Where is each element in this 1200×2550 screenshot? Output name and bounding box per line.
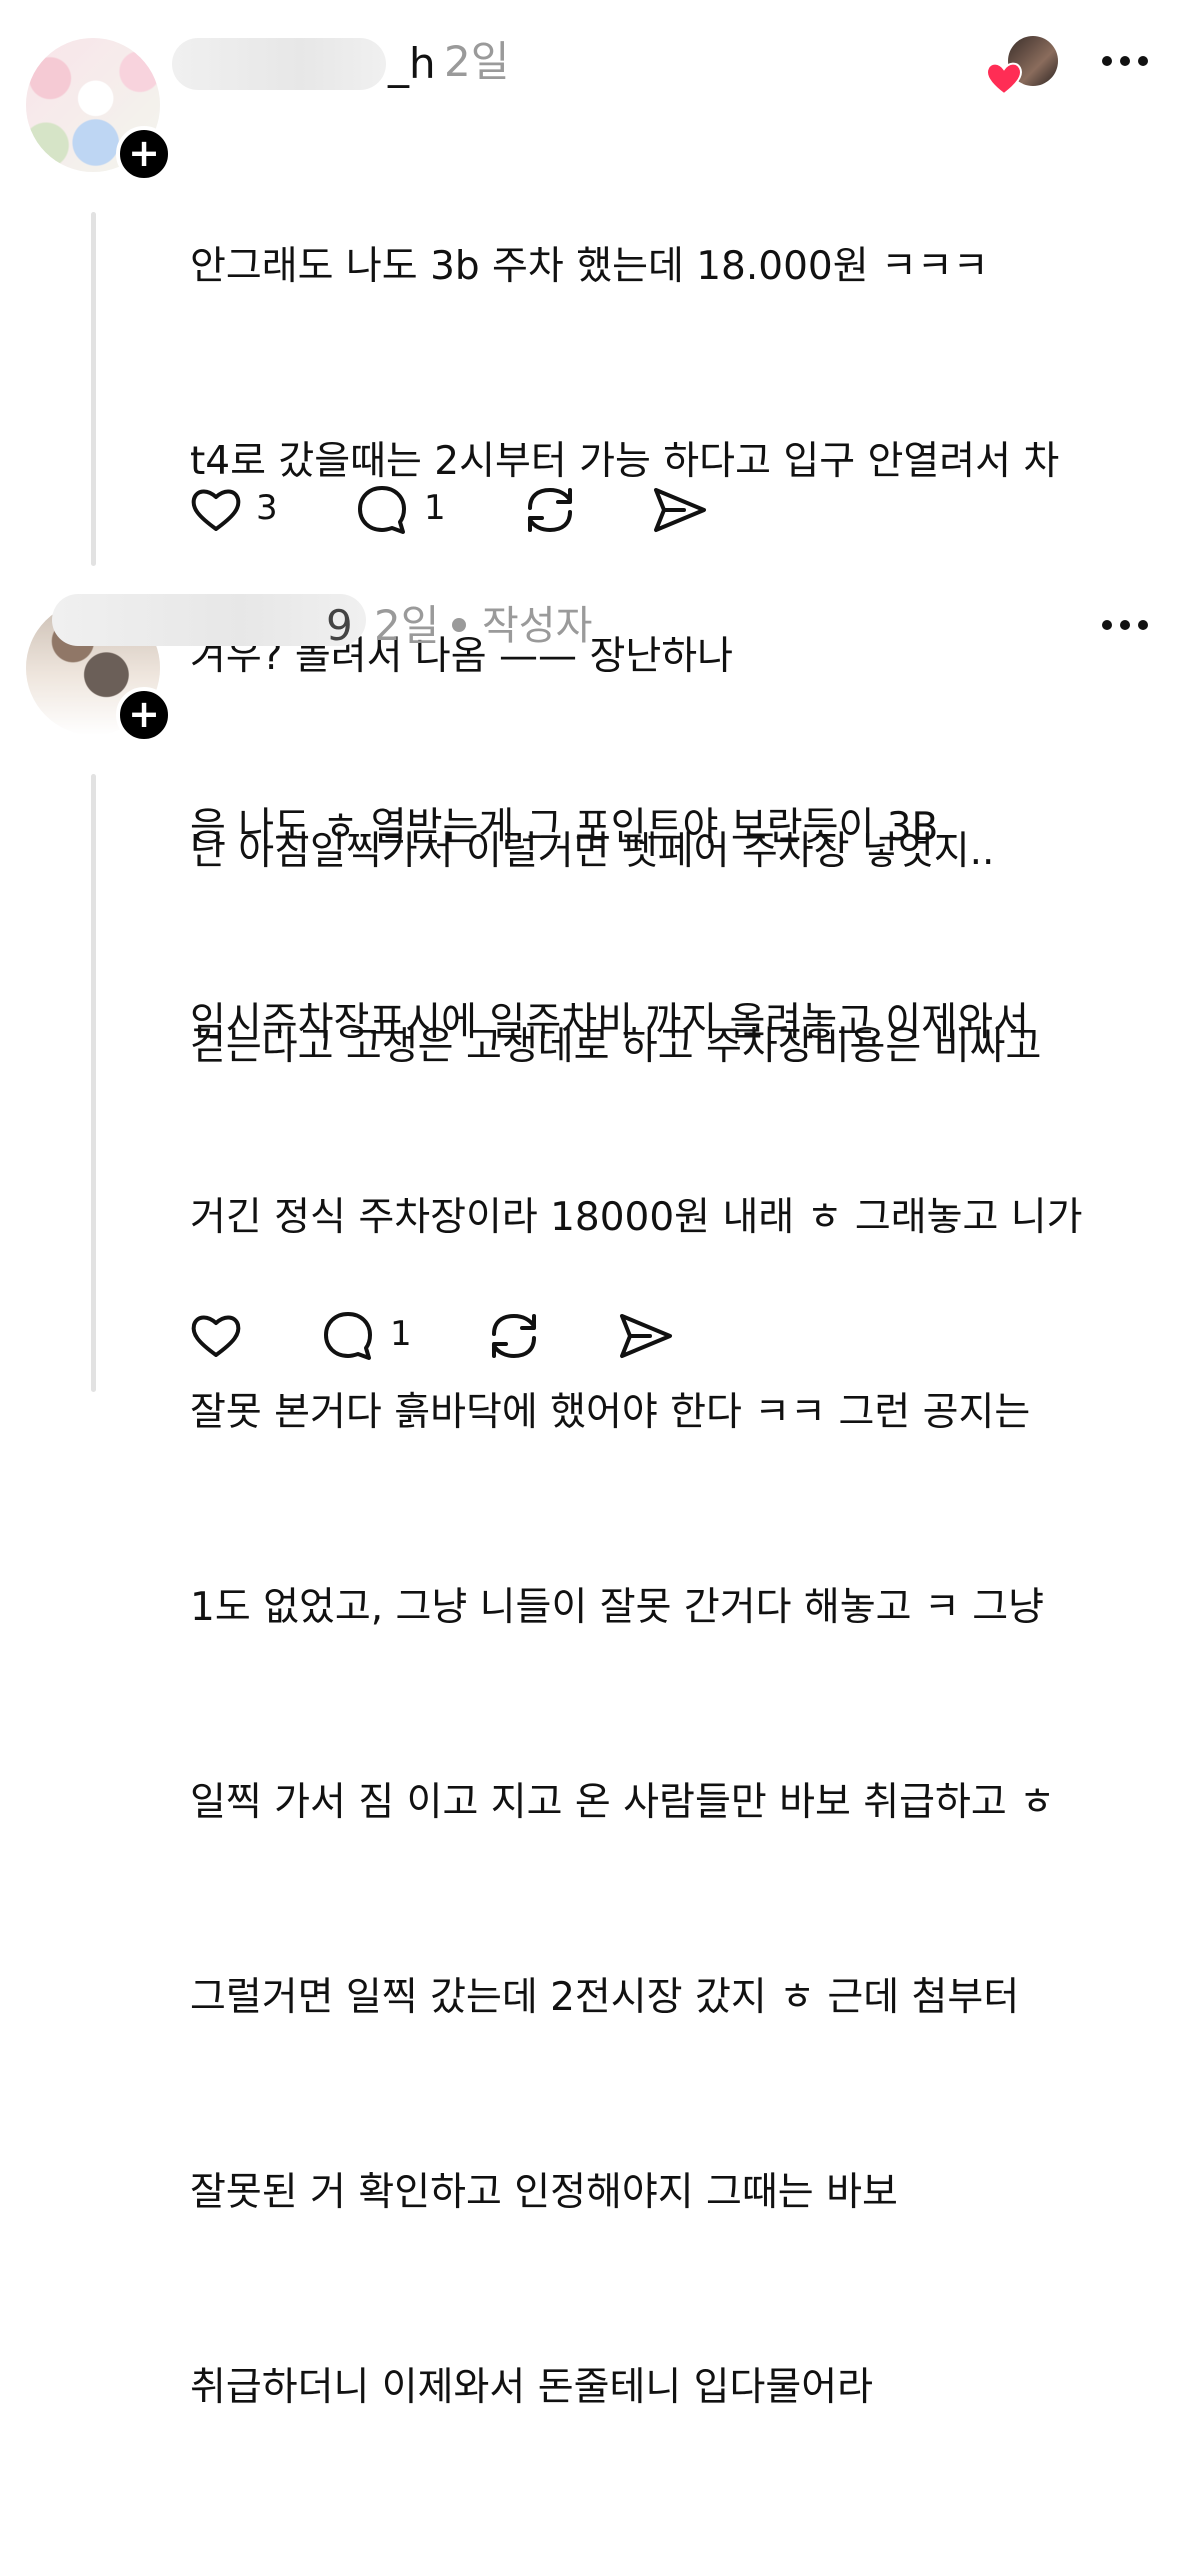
comment-icon xyxy=(358,486,406,534)
repost-button[interactable] xyxy=(520,482,580,538)
share-icon xyxy=(654,488,706,532)
thread-line xyxy=(91,774,96,1392)
reply-count: 1 xyxy=(424,488,446,528)
follow-plus-button[interactable]: + xyxy=(116,126,172,182)
username-redaction xyxy=(172,38,386,90)
comment-line: 1도 없었고, 그냥 니들이 잘못 간거다 해놓고 ㅋ 그냥 xyxy=(190,1585,1044,1630)
comment-line: 응 나도 ㅎ 열받는게 그 포인트야 보란듯이 3B xyxy=(190,805,939,850)
heart-icon xyxy=(191,1315,241,1357)
more-options-button[interactable] xyxy=(1102,620,1148,632)
like-button[interactable]: 3 xyxy=(188,482,288,538)
comment-line: 취급하더니 이제와서 돈줄테니 입다물어라 xyxy=(190,2365,874,2410)
follow-plus-button[interactable]: + xyxy=(116,687,172,743)
comment-line: 잘못된 거 확인하고 인정해야지 그때는 바보 xyxy=(190,2170,898,2215)
separator-dot xyxy=(452,618,466,632)
comment-body: 응 나도 ㅎ 열받는게 그 포인트야 보란듯이 3B 임시주차장표시에 일주차비… xyxy=(190,665,1170,2550)
timestamp: 2일 xyxy=(444,37,510,86)
author-badge: 작성자 xyxy=(482,603,593,649)
share-button[interactable] xyxy=(650,482,710,538)
comment-line: 임시주차장표시에 일주차비 까지 올려놓고 이제와서 xyxy=(190,1000,1029,1045)
reply-count: 1 xyxy=(390,1314,412,1354)
more-options-button[interactable] xyxy=(1102,56,1148,68)
repost-icon xyxy=(492,1313,536,1359)
like-count: 3 xyxy=(256,488,278,528)
thread-line xyxy=(91,212,96,566)
comment-line: 그럴거면 일찍 갔는데 2전시장 갔지 ㅎ 근데 첨부터 xyxy=(190,1975,1020,2020)
repost-icon xyxy=(528,487,572,533)
like-button[interactable] xyxy=(188,1308,248,1364)
username-redaction xyxy=(52,594,366,646)
comment-line: 거긴 정식 주차장이라 18000원 내래 ㅎ 그래놓고 니가 xyxy=(190,1195,1083,1240)
heart-icon xyxy=(191,489,241,531)
comment-line: 안그래도 나도 3b 주차 했는데 18.000원 ㅋㅋㅋ xyxy=(190,244,989,289)
comment-line: 잘못 본거다 흙바닥에 했어야 한다 ㅋㅋ 그런 공지는 xyxy=(190,1390,1031,1435)
username[interactable]: _h xyxy=(388,38,436,90)
comment-button[interactable]: 1 xyxy=(354,482,454,538)
repost-button[interactable] xyxy=(484,1308,544,1364)
comment-line: 일찍 가서 짐 이고 지고 온 사람들만 바보 취급하고 ㅎ xyxy=(190,1780,1056,1825)
share-button[interactable] xyxy=(616,1308,676,1364)
comment-post: + _h 2일 안그래도 나도 3b 주차 했는데 18.000원 ㅋㅋㅋ t4… xyxy=(0,0,1200,1069)
plus-icon: + xyxy=(128,131,160,175)
username[interactable]: 9 xyxy=(326,600,353,652)
heart-badge-icon xyxy=(985,62,1023,96)
timestamp: 2일 xyxy=(374,601,440,650)
plus-icon: + xyxy=(128,692,160,736)
comment-post: + 9 2일 작성자 응 나도 ㅎ 열받는게 그 포인트야 보란듯이 3B 임시… xyxy=(0,578,1200,2410)
comment-icon xyxy=(324,1312,372,1360)
comment-button[interactable]: 1 xyxy=(320,1308,420,1364)
share-icon xyxy=(620,1314,672,1358)
